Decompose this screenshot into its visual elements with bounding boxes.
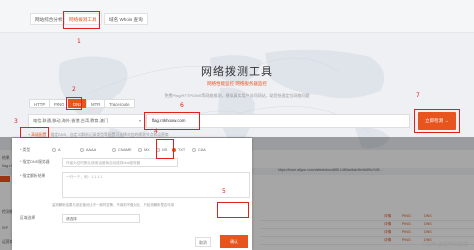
annotation-box-7 [414,109,460,133]
region-select[interactable]: 请选择 [62,214,140,223]
cancel-button[interactable]: 取消 [195,237,211,247]
advanced-config-dialog: * 类型 A AAAA CNAME MX NS TXT CAA * 指定DNS服… [12,138,252,250]
confirm-button[interactable]: 确认 [220,235,248,248]
radio-cname-label: CNAME [118,148,132,152]
tab-traceroute[interactable]: Traceroute [104,99,135,108]
record-type-label: * 类型 [20,148,31,152]
radio-icon [138,148,142,152]
annotation-box-2 [66,97,82,110]
chevron-down-icon: ▾ [138,118,141,123]
watermark: CSDN @过气的雷霆 [422,242,468,248]
annotation-number-6: 6 [180,102,184,109]
tab-whois[interactable]: 域名 Whois 查询 [104,13,148,25]
annotation-box-1 [63,11,100,29]
radio-txt-label: TXT [178,148,186,152]
radio-icon [80,148,84,152]
annotation-number-3: 3 [14,118,18,125]
tab-http[interactable]: HTTP [29,99,51,108]
radio-icon [52,148,56,152]
annotation-number-5: 5 [222,188,226,195]
dns-server-label: * 指定DNS服务器 [20,160,50,164]
radio-caa[interactable]: CAA [192,146,206,154]
radio-a[interactable]: A [52,146,61,154]
annotation-box-6 [144,112,200,130]
annotation-box-4 [156,139,174,159]
radio-aaaa-label: AAAA [86,148,97,152]
radio-caa-label: CAA [198,148,206,152]
radio-mx-label: MX [144,148,150,152]
isp-select-value: 电信,联通,移动,海外,香港,台湾,教育,澳门 [33,118,109,123]
annotation-number-2: 2 [72,86,76,93]
radio-icon [192,148,196,152]
annotation-box-5 [217,202,249,218]
page-title: 网络拨测工具 [201,65,273,78]
resolve-result-label: * 指定解析结果 [20,174,46,178]
dns-server-input[interactable]: 作者为空时默认使用运营商自动选择dns服务器 [62,158,178,167]
radio-aaaa[interactable]: AAAA [80,146,96,154]
resolve-note: 监测解析结果与设定值对比不一致时告警，不填则不做对比，只检测解析是否可用 [52,203,175,207]
isp-select[interactable]: 电信,联通,移动,海外,香港,台湾,教育,澳门 ▾ [28,114,146,128]
radio-icon [112,148,116,152]
annotation-number-1: 1 [77,38,81,45]
annotation-number-7: 7 [416,92,420,99]
radio-cname[interactable]: CNAME [112,146,132,154]
tab-site-analysis[interactable]: 网站综合分析 [30,13,68,25]
region-label: 区域选择 [20,216,36,220]
radio-mx[interactable]: MX [138,146,150,154]
tab-mtr[interactable]: MTR [86,99,106,108]
radio-a-label: A [58,148,61,152]
annotation-box-3 [20,127,49,138]
